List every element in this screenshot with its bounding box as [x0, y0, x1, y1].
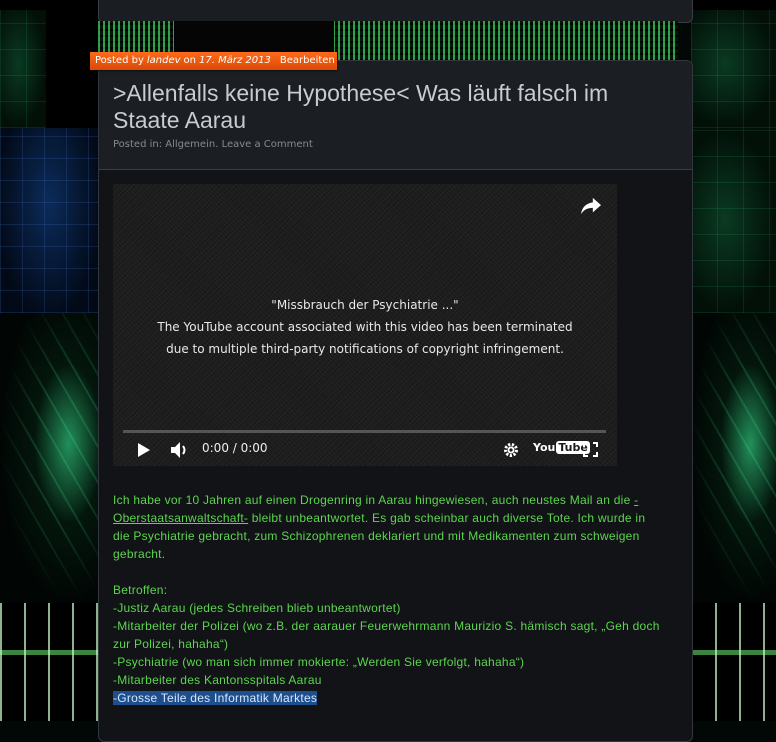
post-title[interactable]: >Allenfalls keine Hypothese< Was läuft f… [113, 80, 673, 134]
intro-text: Ich habe vor 10 Jahren auf einen Drogenr… [113, 493, 635, 507]
play-icon[interactable] [137, 442, 151, 458]
leave-comment-link[interactable]: Leave a Comment [222, 139, 313, 150]
settings-gear-icon[interactable] [503, 442, 519, 458]
affected-item-selected: -Grosse Teile des Informatik Marktes [113, 689, 665, 707]
volume-icon[interactable] [170, 441, 190, 459]
video-progress-bar[interactable] [123, 430, 606, 433]
header-box [98, 0, 693, 23]
youtube-logo-you: You [533, 441, 556, 454]
fullscreen-icon[interactable] [583, 442, 598, 457]
share-icon[interactable] [580, 196, 602, 216]
video-terminated-line2: due to multiple third-party notification… [166, 342, 564, 356]
post-body: Ich habe vor 10 Jahren auf einen Drogenr… [113, 491, 665, 707]
affected-item: -Psychiatrie (wo man sich immer mokierte… [113, 655, 525, 669]
posted-in: Posted in: Allgemein. Leave a Comment [113, 139, 313, 150]
youtube-embed[interactable]: "Missbrauch der Psychiatrie ..." The You… [113, 184, 617, 466]
video-terminated-line1: The YouTube account associated with this… [157, 320, 573, 334]
video-message: "Missbrauch der Psychiatrie ..." The You… [113, 294, 617, 360]
category-link[interactable]: Allgemein. [165, 139, 218, 150]
edit-link[interactable]: Bearbeiten [280, 52, 335, 70]
video-time: 0:00 / 0:00 [202, 441, 268, 455]
post-meta-bar: Posted by landev on 17. März 2013 Bearbe… [90, 52, 337, 70]
affected-heading: Betroffen: [113, 583, 168, 597]
affected-item: -Justiz Aarau (jedes Schreiben blieb unb… [113, 601, 401, 615]
affected-item: -Mitarbeiter des Kantonsspitals Aarau [113, 673, 322, 687]
intro-paragraph: Ich habe vor 10 Jahren auf einen Drogenr… [113, 491, 665, 563]
selected-text: -Grosse Teile des Informatik Marktes [113, 691, 318, 705]
on-label: on [183, 55, 197, 66]
video-title: "Missbrauch der Psychiatrie ..." [271, 298, 459, 312]
posted-by-label: Posted by [95, 55, 144, 66]
author-link[interactable]: landev [147, 52, 181, 70]
affected-item: -Mitarbeiter der Polizei (wo z.B. der aa… [113, 619, 660, 651]
youtube-logo[interactable]: You Tube [533, 441, 590, 454]
post-date[interactable]: 17. März 2013 [199, 52, 271, 70]
posted-in-label: Posted in: [113, 139, 163, 150]
